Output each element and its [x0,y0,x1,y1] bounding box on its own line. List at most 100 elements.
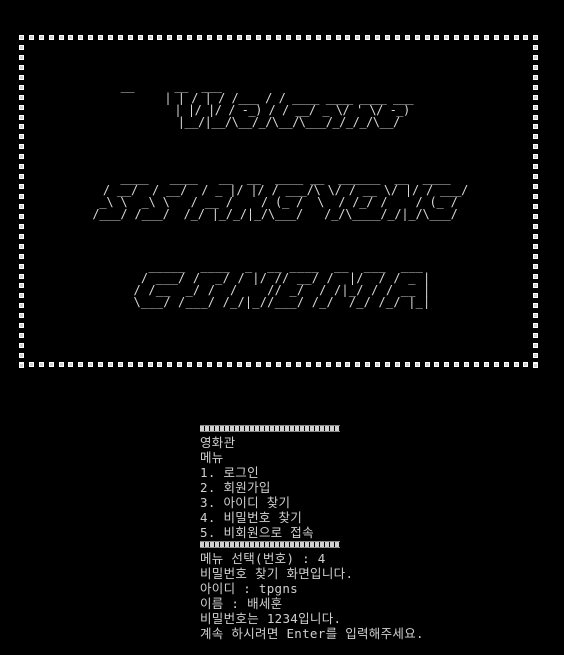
frame-dot [48,362,54,367]
frame-dot [157,362,163,367]
frame-dot [177,362,183,367]
frame-dot [384,362,390,367]
frame-dot [147,362,153,367]
frame-dot [335,35,341,40]
continue-prompt-line: 계속 하시려면 Enter를 입력해주세요. [200,626,424,641]
frame-dot [434,35,440,40]
frame-dot [266,362,272,367]
separator-top [200,425,340,432]
frame-dot [533,313,538,319]
frame-dot [483,362,489,367]
frame-dot [58,362,64,367]
frame-dot [19,362,24,368]
frame-dot [19,343,24,349]
frame-dot [325,35,331,40]
frame-dot [345,362,351,367]
frame-dot [19,144,24,150]
frame-dot [424,35,430,40]
frame-top-border [19,35,539,41]
menu-label: 메뉴 [200,450,224,465]
frame-bottom-border [19,362,539,368]
frame-dot [276,35,282,40]
frame-dot [493,362,499,367]
frame-dot [414,35,420,40]
frame-dot [315,362,321,367]
frame-dot [98,362,104,367]
menu-item-find-id: 3. 아이디 찾기 [200,495,291,510]
frame-dot [533,44,538,50]
frame-dot [187,35,193,40]
frame-dot [286,362,292,367]
frame-dot [216,35,222,40]
frame-dot [48,35,54,40]
frame-dot [78,362,84,367]
frame-dot [295,35,301,40]
frame-dot [38,35,44,40]
frame-dot [533,323,538,329]
frame-dot [19,323,24,329]
ascii-sangyong-text: ____ ____ __ __ ____ __ ______ __ ____ /… [92,171,469,221]
frame-dot [533,164,538,170]
menu-prompt-line: 메뉴 선택(번호) : 4 [200,551,326,566]
frame-dot [384,35,390,40]
frame-dot [473,362,479,367]
frame-dot [28,362,34,367]
frame-dot [117,362,123,367]
frame-dot [236,362,242,367]
frame-dot [513,362,519,367]
frame-dot [19,74,24,80]
frame-dot [533,134,538,140]
frame-dot [513,35,519,40]
frame-dot [167,35,173,40]
frame-dot [137,362,143,367]
ascii-cinema-text: _____ ____ _ __ ____ __ ___ ___ / ___/ /… [133,259,431,309]
frame-dot [394,35,400,40]
frame-dot [533,362,538,368]
frame-dot [454,362,460,367]
frame-dot [305,35,311,40]
frame-dot [503,362,509,367]
menu-item-signup: 2. 회원가입 [200,480,271,495]
frame-dot [108,362,114,367]
screen-title-line: 비밀번호 찾기 화면입니다. [200,566,354,581]
frame-dot [206,35,212,40]
frame-dot [19,253,24,259]
frame-dot [533,154,538,160]
frame-dot [266,35,272,40]
frame-dot [19,313,24,319]
frame-dot [533,353,538,358]
frame-dot [246,35,252,40]
frame-dot [98,35,104,40]
frame-dot [19,54,24,60]
menu-item-login: 1. 로그인 [200,465,259,480]
frame-dot [68,35,74,40]
frame-dot [276,362,282,367]
frame-dot [533,35,538,40]
separator-bottom [200,541,340,548]
frame-dot [444,362,450,367]
frame-dot [78,35,84,40]
frame-dot [157,35,163,40]
frame-dot [533,54,538,60]
frame-dot [236,35,242,40]
frame-dot [19,243,24,249]
frame-dot [404,35,410,40]
menu-item-guest: 5. 비회원으로 접속 [200,525,314,540]
password-result-line: 비밀번호는 1234입니다. [200,611,342,626]
frame-dot [206,362,212,367]
frame-dot [365,362,371,367]
frame-dot [19,164,24,170]
frame-dot [315,35,321,40]
frame-dot [375,362,381,367]
frame-dot [127,35,133,40]
menu-item-find-password: 4. 비밀번호 찾기 [200,510,303,525]
frame-dot [256,35,262,40]
frame-dot [226,362,232,367]
frame-dot [19,154,24,160]
frame-dot [434,362,440,367]
frame-dot [226,35,232,40]
frame-dot [137,35,143,40]
frame-dot [19,223,24,229]
frame-dot [68,362,74,367]
frame-dot [394,362,400,367]
